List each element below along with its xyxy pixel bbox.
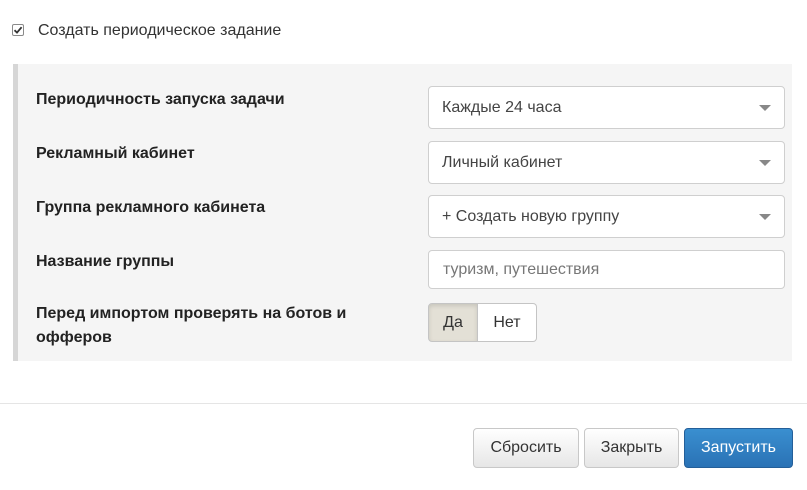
chevron-down-icon — [759, 214, 771, 220]
frequency-value: Каждые 24 часа — [442, 98, 562, 116]
close-button[interactable]: Закрыть — [584, 428, 679, 468]
run-button[interactable]: Запустить — [684, 428, 793, 468]
footer-divider — [0, 403, 807, 404]
ad-account-label: Рекламный кабинет — [36, 145, 195, 162]
chevron-down-icon — [759, 105, 771, 111]
bot-check-label-line2: офферов — [36, 329, 112, 346]
bot-check-yes-button[interactable]: Да — [428, 303, 478, 342]
periodic-settings-panel: Периодичность запуска задачи Каждые 24 ч… — [13, 64, 792, 361]
group-name-label: Название группы — [36, 253, 175, 270]
ad-account-value: Личный кабинет — [442, 153, 563, 171]
ad-account-select[interactable]: Личный кабинет — [428, 141, 785, 184]
bot-check-toggle: Да Нет — [428, 303, 537, 342]
bot-check-label: Перед импортом проверять на ботов и оффе… — [36, 302, 346, 350]
account-group-value: + Создать новую группу — [442, 207, 620, 225]
periodic-task-checkbox[interactable] — [12, 24, 24, 36]
periodic-task-label: Создать периодическое задание — [38, 22, 282, 39]
bot-check-label-line1: Перед импортом проверять на ботов и — [36, 305, 347, 322]
reset-button[interactable]: Сбросить — [473, 428, 579, 468]
checkmark-icon — [13, 26, 23, 34]
periodic-task-row: Создать периодическое задание — [12, 22, 281, 40]
frequency-label: Периодичность запуска задачи — [36, 91, 285, 108]
bot-check-no-button[interactable]: Нет — [478, 303, 537, 342]
account-group-label: Группа рекламного кабинета — [36, 199, 266, 216]
frequency-select[interactable]: Каждые 24 часа — [428, 86, 785, 129]
group-name-input[interactable] — [428, 250, 785, 289]
account-group-select[interactable]: + Создать новую группу — [428, 195, 785, 238]
chevron-down-icon — [759, 160, 771, 166]
